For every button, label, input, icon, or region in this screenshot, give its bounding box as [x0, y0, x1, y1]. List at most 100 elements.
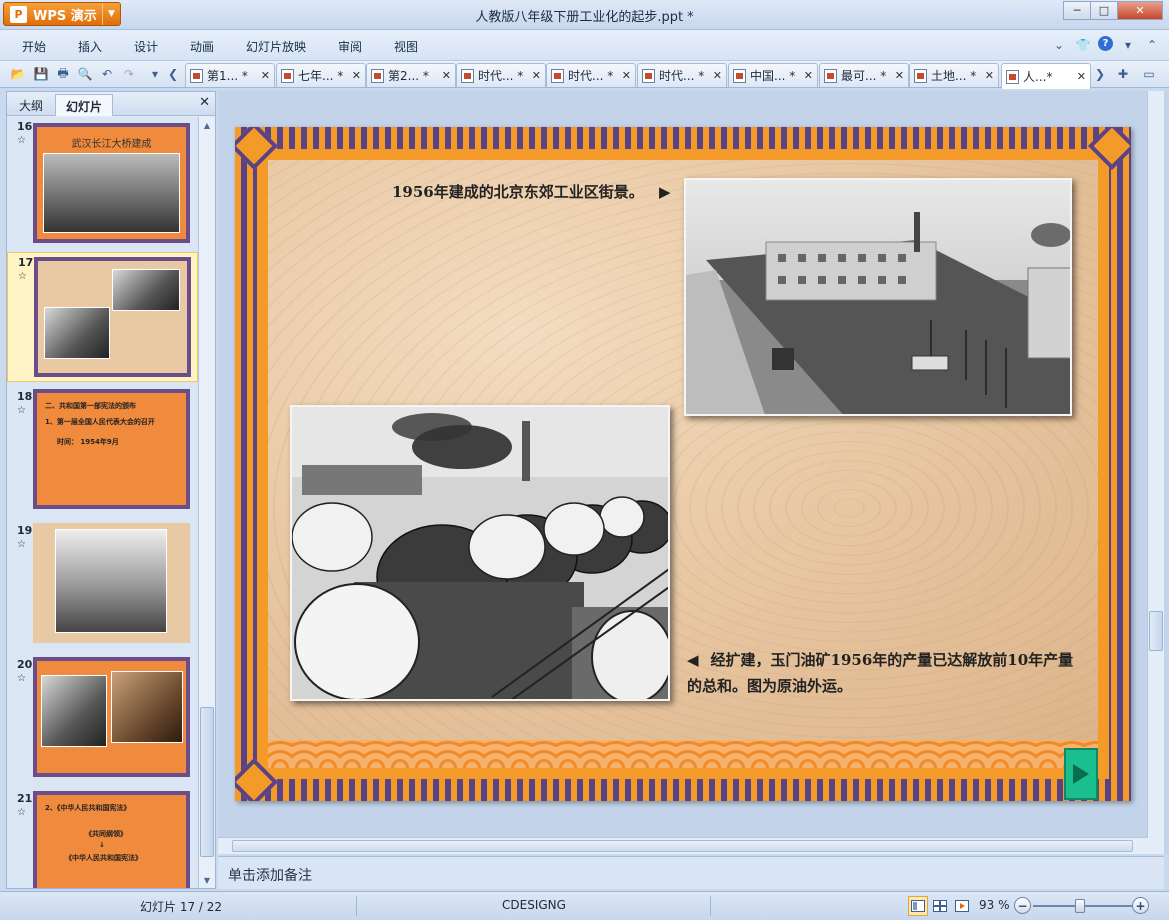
animation-star-icon: ☆ [17, 807, 26, 818]
bridge-photo [43, 153, 180, 233]
zoom-in-button[interactable]: + [1132, 897, 1149, 914]
ppt-file-icon [642, 68, 655, 83]
redo-icon[interactable]: ↷ [120, 65, 138, 83]
close-tab-icon[interactable]: ✕ [985, 69, 994, 82]
close-tab-icon[interactable]: ✕ [622, 69, 631, 82]
tab-outline[interactable]: 大纲 [9, 94, 53, 116]
slide-thumbnail-20[interactable]: 20 ☆ [7, 655, 198, 783]
ribbon-collapse-icon[interactable]: ⌃ [1143, 36, 1161, 54]
document-tab[interactable]: 第2... * ✕ [366, 63, 456, 87]
menu-slideshow[interactable]: 幻灯片放映 [246, 38, 306, 55]
animation-star-icon: ☆ [17, 405, 26, 416]
arrow-left-icon: ◀ [687, 651, 699, 669]
document-tab[interactable]: 时代... * ✕ [456, 63, 546, 87]
maximize-button[interactable]: □ [1090, 1, 1118, 20]
scroll-up-icon[interactable]: ▲ [199, 117, 215, 133]
document-tab[interactable]: 时代... * ✕ [637, 63, 727, 87]
document-tab[interactable]: 土地... * ✕ [909, 63, 999, 87]
slideshow-view-button[interactable] [952, 896, 972, 916]
normal-view-button[interactable] [908, 896, 928, 916]
tab-list-icon[interactable]: ▭ [1140, 65, 1158, 83]
menu-home[interactable]: 开始 [22, 38, 46, 55]
menu-review[interactable]: 审阅 [338, 38, 362, 55]
play-icon [1073, 764, 1089, 784]
building-photo [55, 529, 167, 633]
slide-thumbnail-list: 16 ☆ 武汉长江大桥建成 17 ☆ 18 ☆ 二、共和国第一部宪法的颁布 1、… [7, 117, 198, 888]
tab-scroll-right-icon[interactable]: ❯ [1091, 65, 1109, 83]
document-tab[interactable]: 时代... * ✕ [546, 63, 636, 87]
scroll-thumb[interactable] [200, 707, 214, 857]
menu-view[interactable]: 视图 [394, 38, 418, 55]
ppt-file-icon [733, 68, 746, 83]
menu-design[interactable]: 设计 [134, 38, 158, 55]
print-icon[interactable]: 🖶 [54, 65, 72, 83]
close-tab-icon[interactable]: ✕ [261, 69, 270, 82]
document-tab[interactable]: 第1... * ✕ [185, 63, 275, 87]
scroll-down-icon[interactable]: ▼ [199, 872, 215, 888]
close-tab-icon[interactable]: ✕ [442, 69, 451, 82]
tab-scroll-left-icon[interactable]: ❮ [164, 65, 182, 83]
close-tab-icon[interactable]: ✕ [1077, 70, 1086, 83]
document-tab[interactable]: 中国... * ✕ [728, 63, 818, 87]
close-tab-icon[interactable]: ✕ [352, 69, 361, 82]
caption-top[interactable]: 1956年建成的北京东郊工业区街景。 ▶ [392, 179, 671, 205]
menu-insert[interactable]: 插入 [78, 38, 102, 55]
save-icon[interactable]: 💾 [32, 65, 50, 83]
portrait-photo [111, 671, 183, 743]
meeting-photo [41, 675, 107, 747]
chevron-down-icon[interactable]: ▾ [1119, 36, 1137, 54]
print-preview-icon[interactable]: 🔍 [76, 65, 94, 83]
notes-placeholder[interactable]: 单击添加备注 [228, 865, 312, 885]
slides-panel: 大纲 幻灯片 ✕ 16 ☆ 武汉长江大桥建成 17 ☆ 18 ☆ 二、共和国第一… [6, 91, 216, 889]
next-slide-button[interactable] [1064, 748, 1098, 800]
help-icon[interactable]: ? [1098, 36, 1113, 51]
open-folder-icon[interactable]: 📂 [9, 65, 27, 83]
animation-star-icon: ☆ [18, 271, 27, 282]
editor-vertical-scrollbar[interactable] [1147, 91, 1164, 854]
notes-pane[interactable]: 单击添加备注 [218, 856, 1164, 889]
caption-bottom[interactable]: ◀ 经扩建，玉门油矿1956年的产量已达解放前10年产量的总和。图为原油外运。 [687, 647, 1082, 699]
editor-horizontal-scrollbar[interactable] [218, 837, 1148, 854]
ppt-file-icon [1006, 69, 1019, 84]
customize-toolbar-icon[interactable]: ▾ [146, 65, 164, 83]
tab-slides[interactable]: 幻灯片 [55, 94, 114, 116]
document-tab[interactable]: 七年... * ✕ [276, 63, 366, 87]
undo-icon[interactable]: ↶ [98, 65, 116, 83]
tanker-photo [44, 307, 110, 359]
document-tab[interactable]: 最可... * ✕ [819, 63, 909, 87]
close-panel-icon[interactable]: ✕ [199, 95, 210, 110]
expand-icon[interactable]: ⌄ [1050, 36, 1068, 54]
theme-name: CDESIGNG [502, 898, 566, 912]
slide-thumbnail-19[interactable]: 19 ☆ [7, 521, 198, 649]
current-slide[interactable]: 1956年建成的北京东郊工业区街景。 ▶ ◀ 经扩建，玉门油矿1956年的产量已… [235, 127, 1131, 801]
ppt-file-icon [914, 68, 927, 83]
slide-thumbnail-18[interactable]: 18 ☆ 二、共和国第一部宪法的颁布 1、第一届全国人民代表大会的召开 时间： … [7, 387, 198, 515]
slide-thumbnail-17[interactable]: 17 ☆ [7, 252, 198, 382]
menu-animation[interactable]: 动画 [190, 38, 214, 55]
close-window-button[interactable]: ✕ [1117, 1, 1163, 20]
slide-thumbnail-21[interactable]: 21 ☆ 2、《中华人民共和国宪法》 《共同纲领》 ↓ 《中华人民共和国宪法》 [7, 789, 198, 888]
slide-thumbnail-16[interactable]: 16 ☆ 武汉长江大桥建成 [7, 117, 198, 245]
scroll-thumb[interactable] [1149, 611, 1163, 651]
new-tab-icon[interactable]: ✚ [1114, 65, 1132, 83]
animation-star-icon: ☆ [17, 135, 26, 146]
close-tab-icon[interactable]: ✕ [713, 69, 722, 82]
oil-tanker-photo[interactable] [290, 405, 670, 701]
beijing-street-photo[interactable] [684, 178, 1072, 416]
minimize-button[interactable]: ─ [1063, 1, 1091, 20]
document-tab-active[interactable]: 人...* ✕ [1001, 63, 1091, 89]
close-tab-icon[interactable]: ✕ [532, 69, 541, 82]
title-bar: P WPS 演示 ▼ 人教版八年级下册工业化的起步.ppt * ─ □ ✕ [0, 0, 1169, 30]
grid-view-icon [933, 900, 947, 912]
slide-sorter-view-button[interactable] [930, 896, 950, 916]
slideshow-icon [955, 900, 969, 912]
zoom-out-button[interactable]: − [1014, 897, 1031, 914]
scroll-thumb[interactable] [232, 840, 1133, 852]
close-tab-icon[interactable]: ✕ [895, 69, 904, 82]
slide-counter: 幻灯片 17 / 22 [140, 900, 223, 914]
zoom-slider-thumb[interactable] [1075, 899, 1085, 913]
skin-icon[interactable]: 👕 [1074, 36, 1092, 54]
thumbnail-scrollbar[interactable]: ▲ ▼ [198, 117, 215, 888]
animation-star-icon: ☆ [17, 539, 26, 550]
close-tab-icon[interactable]: ✕ [804, 69, 813, 82]
